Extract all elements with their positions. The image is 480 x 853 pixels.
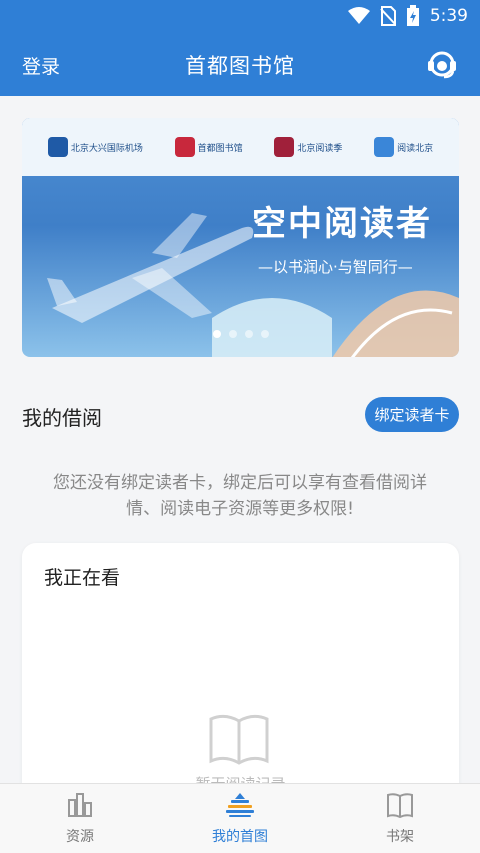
carousel-dot[interactable] bbox=[212, 330, 221, 338]
bind-reader-card-button[interactable]: 绑定读者卡 bbox=[365, 397, 459, 432]
reading-season-logo-icon bbox=[274, 137, 295, 157]
carousel-dot[interactable] bbox=[260, 330, 269, 338]
open-book-icon bbox=[207, 713, 271, 769]
nav-item-label: 我的首图 bbox=[212, 828, 268, 845]
nav-item-label: 书架 bbox=[386, 828, 414, 845]
bottom-navigation: 资源 我的首图 书架 bbox=[0, 783, 480, 853]
banner-logos: 北京大兴国际机场 首都图书馆 北京阅读季 阅读北京 bbox=[22, 118, 459, 176]
nav-item-label: 资源 bbox=[66, 828, 94, 845]
banner-title: 空中阅读者 bbox=[252, 204, 432, 244]
library-home-icon bbox=[225, 792, 255, 822]
banner-slogan: —以书润心·与智同行— bbox=[258, 258, 413, 276]
no-sim-icon bbox=[380, 6, 396, 26]
carousel-dot[interactable] bbox=[244, 330, 253, 338]
bind-card-hint: 您还没有绑定读者卡，绑定后可以享有查看借阅详情、阅读电子资源等更多权限! bbox=[53, 473, 427, 519]
wifi-icon bbox=[347, 7, 370, 25]
library-logo-icon bbox=[174, 137, 195, 157]
logo-daxing-airport: 北京大兴国际机场 bbox=[47, 137, 143, 157]
reading-beijing-logo-icon bbox=[374, 137, 395, 157]
nav-item-bookshelf[interactable]: 书架 bbox=[320, 784, 480, 853]
my-borrowing-title: 我的借阅 bbox=[22, 406, 102, 430]
carousel-dot[interactable] bbox=[228, 330, 237, 338]
currently-reading-card: 我正在看 暂无阅读记录 bbox=[22, 543, 459, 803]
status-time: 5:39 bbox=[429, 6, 468, 26]
bookshelf-icon bbox=[386, 792, 414, 822]
airport-logo-icon bbox=[47, 137, 68, 157]
nav-item-my-library[interactable]: 我的首图 bbox=[160, 784, 320, 853]
terminal-building-illustration bbox=[212, 290, 459, 357]
currently-reading-title: 我正在看 bbox=[44, 567, 121, 589]
logo-capital-library: 首都图书馆 bbox=[174, 137, 243, 157]
promo-banner[interactable]: 北京大兴国际机场 首都图书馆 北京阅读季 阅读北京 空中阅读者 —以书润心·与智… bbox=[22, 118, 459, 357]
nav-item-resources[interactable]: 资源 bbox=[0, 784, 160, 853]
customer-service-icon[interactable] bbox=[426, 48, 458, 80]
carousel-indicator bbox=[22, 330, 459, 338]
logo-reading-beijing: 阅读北京 bbox=[374, 137, 433, 157]
battery-charging-icon bbox=[406, 5, 420, 27]
page-title: 首都图书馆 bbox=[185, 54, 295, 78]
logo-reading-season: 北京阅读季 bbox=[274, 137, 342, 157]
resources-icon bbox=[66, 792, 94, 822]
app-bar: 登录 首都图书馆 bbox=[0, 32, 480, 96]
status-bar: 5:39 bbox=[0, 0, 480, 32]
